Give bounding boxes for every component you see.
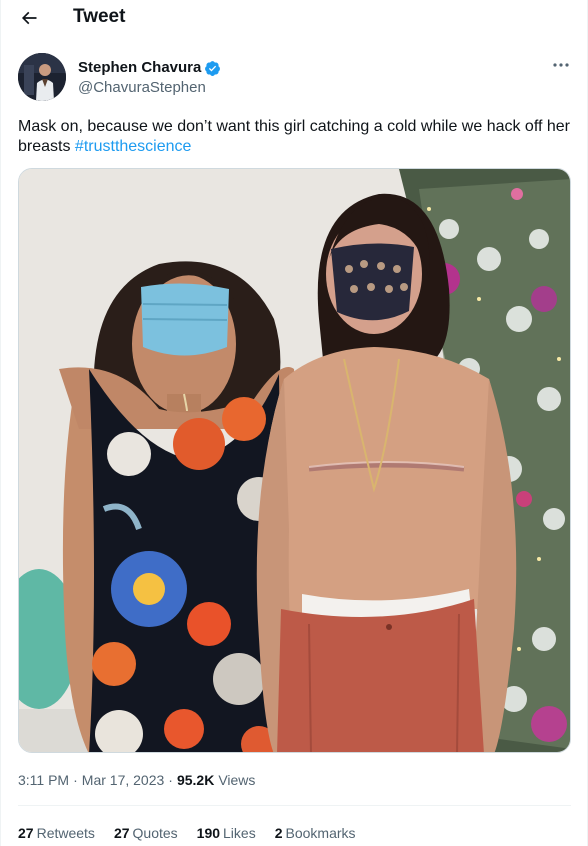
page-title: Tweet xyxy=(73,6,126,27)
tweet-author: Stephen Chavura @ChavuraStephen xyxy=(18,53,573,103)
divider xyxy=(18,805,571,806)
tweet-time[interactable]: 3:11 PM xyxy=(18,771,69,789)
verified-badge-icon xyxy=(205,60,221,76)
quotes-label: Quotes xyxy=(132,825,178,841)
tweet-photo[interactable] xyxy=(18,168,571,753)
quotes-stat[interactable]: 27 Quotes xyxy=(114,824,178,842)
hashtag-link[interactable]: #trustthescience xyxy=(75,138,192,155)
bookmarks-stat[interactable]: 2 Bookmarks xyxy=(275,824,356,842)
bookmarks-label: Bookmarks xyxy=(285,825,356,841)
views-count: 95.2K xyxy=(176,772,215,788)
likes-count: 190 xyxy=(196,825,221,841)
page-header: Tweet xyxy=(1,0,588,36)
name-row: Stephen Chavura xyxy=(78,59,221,77)
likes-label: Likes xyxy=(223,825,256,841)
more-button[interactable] xyxy=(549,55,573,75)
display-name[interactable]: Stephen Chavura xyxy=(78,59,201,77)
bookmarks-count: 2 xyxy=(274,825,283,841)
tweet-page: Tweet Stephen Chavura @ChavuraStephen Ma… xyxy=(0,0,588,846)
engagement-stats: 27 Retweets 27 Quotes 190 Likes 2 Bookmarks xyxy=(18,824,356,842)
likes-stat[interactable]: 190 Likes xyxy=(197,824,256,842)
retweets-stat[interactable]: 27 Retweets xyxy=(18,824,95,842)
more-horizontal-icon xyxy=(553,63,569,67)
arrow-left-icon xyxy=(21,11,37,25)
meta-separator: · xyxy=(168,772,173,788)
tweet-date[interactable]: Mar 17, 2023 xyxy=(82,771,165,789)
avatar[interactable] xyxy=(18,53,66,101)
retweets-label: Retweets xyxy=(36,825,95,841)
author-handle[interactable]: @ChavuraStephen xyxy=(78,79,206,97)
tweet-meta: 3:11 PM · Mar 17, 2023 · 95.2K Views xyxy=(18,771,255,789)
back-button[interactable] xyxy=(15,4,43,32)
meta-separator: · xyxy=(73,772,78,788)
retweets-count: 27 xyxy=(18,825,34,841)
tweet-text: Mask on, because we don’t want this girl… xyxy=(18,117,573,157)
quotes-count: 27 xyxy=(113,825,130,841)
views-label: Views xyxy=(218,772,256,788)
